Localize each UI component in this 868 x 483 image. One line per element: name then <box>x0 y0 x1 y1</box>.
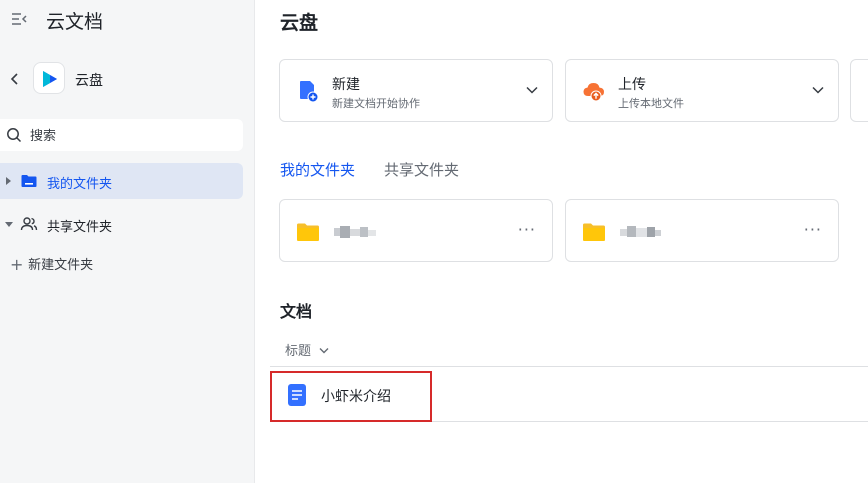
partial-action-card[interactable] <box>850 59 868 122</box>
sort-label: 标题 <box>285 344 312 359</box>
new-folder-label: 新建文件夹 <box>28 258 94 273</box>
sidebar: 云文档 云盘 我的文件夹 <box>0 0 255 483</box>
sidebar-item-shared-folders[interactable]: 共享文件夹 <box>0 206 243 242</box>
expand-arrow-icon[interactable] <box>6 177 11 185</box>
chevron-down-icon[interactable] <box>526 86 538 94</box>
obscured-folder-name <box>334 226 376 238</box>
card-subtitle: 上传本地文件 <box>618 97 684 110</box>
app-title: 云文档 <box>46 11 104 33</box>
more-options-icon[interactable]: ··· <box>804 220 822 239</box>
card-title: 新建 <box>332 77 360 93</box>
folder-card[interactable]: ··· <box>565 199 839 262</box>
tab-my-folders[interactable]: 我的文件夹 <box>280 159 355 180</box>
search-icon <box>7 128 22 143</box>
sidebar-item-label: 共享文件夹 <box>47 220 113 235</box>
sort-by-title-button[interactable]: 标题 <box>285 340 329 359</box>
folder-icon <box>297 223 319 241</box>
drive-logo-icon <box>43 71 57 87</box>
new-document-card[interactable]: 新建 新建文档开始协作 <box>279 59 553 122</box>
main-content: 云盘 新建 新建文档开始协作 上传 上传本地文件 我的文件夹 共享文件夹 ···… <box>256 0 868 483</box>
upload-cloud-icon <box>583 83 604 102</box>
space-logo <box>33 62 65 94</box>
upload-card[interactable]: 上传 上传本地文件 <box>565 59 839 122</box>
folder-icon <box>583 223 605 241</box>
folder-filled-icon <box>21 175 37 187</box>
back-chevron-icon[interactable] <box>8 71 22 87</box>
card-title: 上传 <box>618 77 646 93</box>
divider <box>270 366 868 367</box>
shared-users-icon <box>20 217 38 231</box>
card-subtitle: 新建文档开始协作 <box>332 97 420 110</box>
documents-section-title: 文档 <box>280 302 313 321</box>
chevron-down-icon <box>319 348 329 354</box>
collapse-arrow-icon[interactable] <box>5 222 13 227</box>
plus-icon: + <box>10 255 24 274</box>
obscured-folder-name <box>620 226 661 237</box>
new-folder-button[interactable]: + 新建文件夹 <box>10 254 93 274</box>
sidebar-header: 云文档 <box>0 0 255 40</box>
sidebar-item-my-folders[interactable]: 我的文件夹 <box>0 163 243 199</box>
document-name: 小虾米介绍 <box>321 389 391 405</box>
folder-card[interactable]: ··· <box>279 199 553 262</box>
page-title: 云盘 <box>280 12 319 34</box>
sidebar-item-label: 我的文件夹 <box>47 177 113 192</box>
tab-shared-folders[interactable]: 共享文件夹 <box>384 159 459 180</box>
search-input[interactable] <box>28 123 232 149</box>
doc-icon <box>288 384 306 406</box>
document-row[interactable]: 小虾米介绍 <box>270 368 868 420</box>
divider <box>270 421 868 422</box>
chevron-down-icon[interactable] <box>812 86 824 94</box>
space-name: 云盘 <box>75 73 103 89</box>
collapse-sidebar-icon[interactable] <box>10 10 28 28</box>
new-doc-icon <box>300 81 319 103</box>
more-options-icon[interactable]: ··· <box>518 220 536 239</box>
search-box[interactable] <box>0 119 243 151</box>
space-switcher[interactable]: 云盘 <box>0 58 255 100</box>
